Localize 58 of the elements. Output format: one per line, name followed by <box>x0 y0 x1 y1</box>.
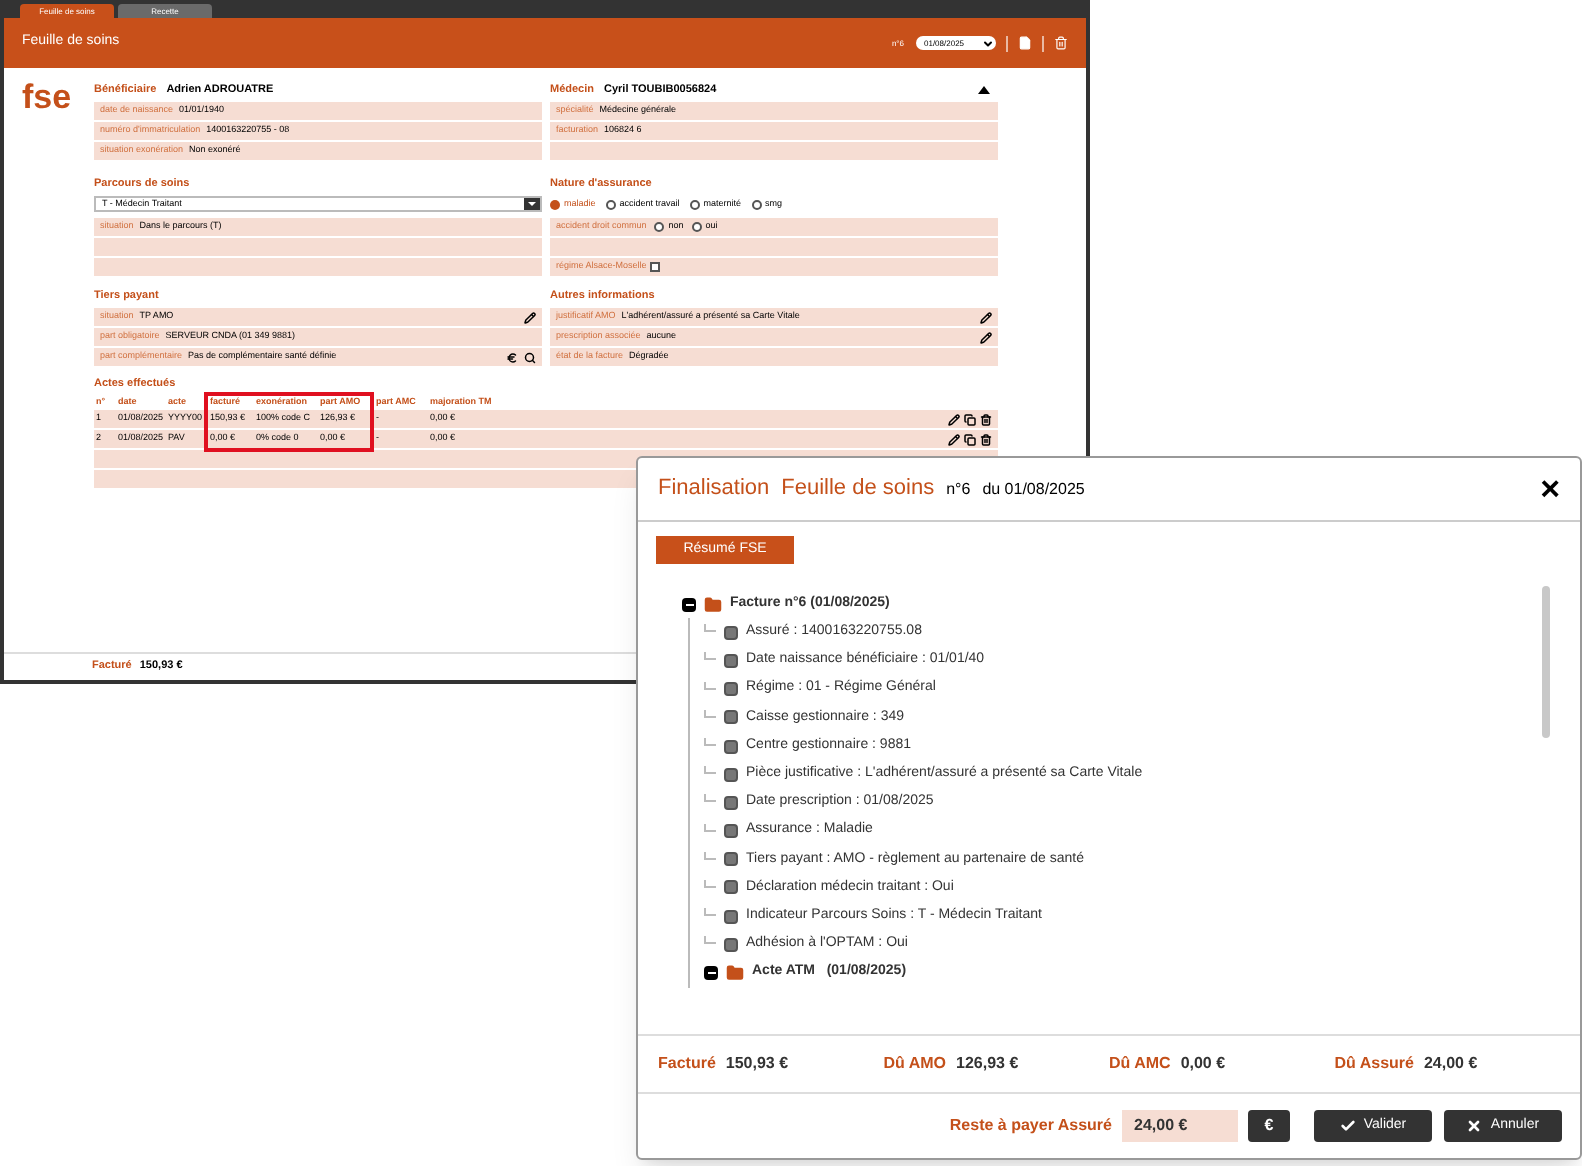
collapse-toggle[interactable] <box>682 597 696 612</box>
pencil-icon[interactable] <box>980 311 992 323</box>
close-button[interactable]: × <box>1540 472 1560 506</box>
tree-connector <box>704 624 716 633</box>
pencil-icon[interactable] <box>980 331 992 343</box>
document-icon[interactable] <box>1018 36 1032 50</box>
radio-button[interactable] <box>550 199 560 209</box>
dropdown-icon <box>524 198 540 210</box>
trash-icon[interactable] <box>980 433 992 445</box>
search-icon[interactable] <box>524 351 536 363</box>
folder-icon <box>704 595 722 614</box>
invoice-number: n°6 <box>946 477 971 501</box>
tree-connector <box>704 681 716 690</box>
radio-button[interactable] <box>689 199 700 209</box>
radio-button[interactable] <box>691 222 702 232</box>
pencil-icon[interactable] <box>524 311 536 323</box>
tree-connector <box>704 936 716 945</box>
total-label: Dû AMC <box>1109 1052 1171 1076</box>
dialog-subtitle: Feuille de soins <box>781 474 935 505</box>
remaining-label: Reste à payer Assuré <box>949 1114 1112 1138</box>
total-value: 24,00 € <box>1423 1052 1478 1076</box>
total-label: Dû AMO <box>883 1052 947 1076</box>
tree-connector <box>704 738 716 747</box>
tree-connector <box>704 794 716 803</box>
tree-connector <box>704 823 716 832</box>
radio-button[interactable] <box>751 199 762 209</box>
pencil-icon[interactable] <box>948 413 960 425</box>
collapse-toggle[interactable] <box>704 966 718 981</box>
scrollbar[interactable] <box>1542 586 1550 738</box>
tree-connector <box>704 851 716 860</box>
folder-icon <box>726 964 744 983</box>
radio-button[interactable] <box>605 199 616 209</box>
check-icon <box>1339 1118 1356 1134</box>
copy-icon[interactable] <box>964 433 976 445</box>
total-value: 150,93 € <box>725 1052 789 1076</box>
total-label: Dû Assuré <box>1334 1052 1414 1076</box>
dialog-title: Finalisation <box>658 474 770 505</box>
tree-connector <box>704 908 716 917</box>
close-icon <box>1466 1118 1483 1134</box>
remaining-amount-field[interactable]: 24,00 € <box>1122 1110 1238 1142</box>
checkbox[interactable] <box>650 262 661 272</box>
euro-icon[interactable] <box>506 351 518 363</box>
total-value: 0,00 € <box>1180 1052 1226 1076</box>
euro-button[interactable]: € <box>1248 1110 1290 1142</box>
invoice-date: du 01/08/2025 <box>982 477 1085 501</box>
fse-logo: fse <box>22 80 74 120</box>
tree-connector <box>704 709 716 718</box>
total-label: Facturé <box>658 1052 716 1076</box>
collapse-arrow-icon[interactable] <box>978 86 990 94</box>
tree-connector <box>704 652 716 661</box>
copy-icon[interactable] <box>964 413 976 425</box>
total-value: 126,93 € <box>956 1052 1019 1076</box>
trash-icon[interactable] <box>980 413 992 425</box>
pencil-icon[interactable] <box>948 433 960 445</box>
tree-connector <box>704 879 716 888</box>
caret-icon <box>982 37 994 49</box>
tree-connector <box>704 766 716 775</box>
radio-button[interactable] <box>654 222 665 232</box>
